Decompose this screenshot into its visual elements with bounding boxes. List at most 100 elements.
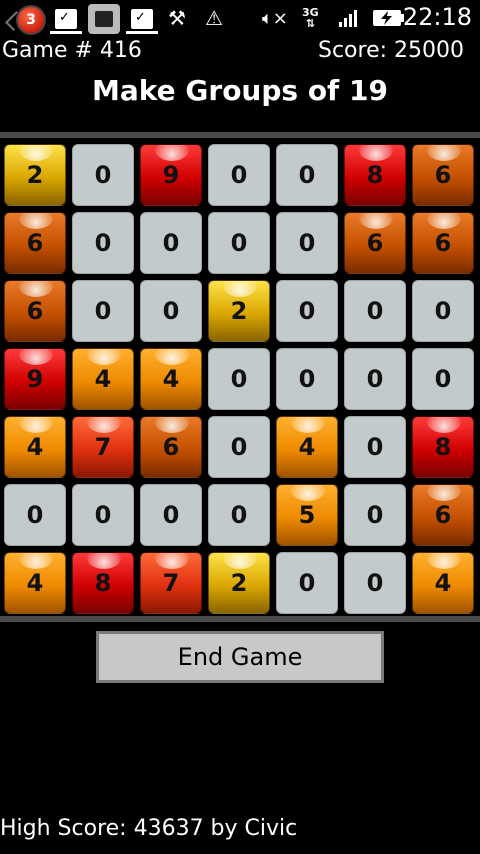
board-tile[interactable]: 0 xyxy=(4,484,66,546)
tile-value: 2 xyxy=(26,161,44,189)
tile-value: 0 xyxy=(298,297,316,325)
download-complete-icon xyxy=(50,4,82,34)
tile-value: 6 xyxy=(26,297,44,325)
tile-value: 4 xyxy=(434,569,452,597)
tile-value: 9 xyxy=(26,365,44,393)
high-score: High Score: 43637 by Civic xyxy=(0,816,298,841)
board-tile[interactable]: 2 xyxy=(208,280,270,342)
tile-value: 0 xyxy=(230,161,248,189)
board-tile[interactable]: 6 xyxy=(412,212,474,274)
tile-value: 0 xyxy=(162,501,180,529)
board-tile[interactable]: 4 xyxy=(276,416,338,478)
tile-value: 8 xyxy=(434,433,452,461)
board-tile[interactable]: 0 xyxy=(276,280,338,342)
tile-value: 6 xyxy=(434,501,452,529)
board-tile[interactable]: 0 xyxy=(344,348,406,410)
board-tile[interactable]: 7 xyxy=(140,552,202,614)
tile-value: 0 xyxy=(366,501,384,529)
board-tile[interactable]: 8 xyxy=(412,416,474,478)
board-tile[interactable]: 0 xyxy=(412,280,474,342)
board-tile[interactable]: 6 xyxy=(412,144,474,206)
board-tile[interactable]: 0 xyxy=(72,144,134,206)
board-tile[interactable]: 0 xyxy=(72,484,134,546)
signal-icon xyxy=(338,4,360,32)
board-tile[interactable]: 0 xyxy=(276,348,338,410)
tile-value: 6 xyxy=(26,229,44,257)
board-tile[interactable]: 0 xyxy=(344,484,406,546)
tile-value: 7 xyxy=(94,433,112,461)
mute-icon: 🔈︎× xyxy=(262,7,288,29)
tile-value: 0 xyxy=(94,501,112,529)
tile-value: 0 xyxy=(298,365,316,393)
board-tile[interactable]: 0 xyxy=(72,280,134,342)
board-tile[interactable]: 4 xyxy=(4,552,66,614)
board-tile[interactable]: 0 xyxy=(344,416,406,478)
tile-value: 8 xyxy=(94,569,112,597)
tile-value: 0 xyxy=(366,297,384,325)
tile-value: 6 xyxy=(162,433,180,461)
board-tile[interactable]: 6 xyxy=(4,212,66,274)
board-tile[interactable]: 0 xyxy=(140,280,202,342)
end-game-button[interactable]: End Game xyxy=(96,631,384,683)
notification-badge-icon[interactable]: 3 xyxy=(16,5,46,35)
score: Score: 25000 xyxy=(317,38,464,63)
board-tile[interactable]: 7 xyxy=(72,416,134,478)
board-tile[interactable]: 6 xyxy=(412,484,474,546)
board-tile[interactable]: 8 xyxy=(344,144,406,206)
board-tile[interactable]: 6 xyxy=(4,280,66,342)
board-tile[interactable]: 0 xyxy=(208,348,270,410)
tile-value: 0 xyxy=(26,501,44,529)
board-tile[interactable]: 0 xyxy=(208,144,270,206)
board-tile[interactable]: 0 xyxy=(344,280,406,342)
board-tile[interactable]: 0 xyxy=(208,212,270,274)
tile-value: 0 xyxy=(94,229,112,257)
board-tile[interactable]: 0 xyxy=(276,212,338,274)
tile-value: 0 xyxy=(298,161,316,189)
board-tile[interactable]: 5 xyxy=(276,484,338,546)
board-tile[interactable]: 9 xyxy=(4,348,66,410)
tile-value: 0 xyxy=(434,365,452,393)
board-tile[interactable]: 0 xyxy=(344,552,406,614)
board-tile[interactable]: 4 xyxy=(72,348,134,410)
board-tile[interactable]: 0 xyxy=(72,212,134,274)
clock: 22:18 xyxy=(402,3,472,31)
tile-value: 6 xyxy=(434,229,452,257)
warning-icon: ⚠ xyxy=(205,6,223,30)
board-tile[interactable]: 4 xyxy=(4,416,66,478)
tile-value: 0 xyxy=(230,433,248,461)
tile-value: 0 xyxy=(94,161,112,189)
board-tile[interactable]: 0 xyxy=(140,484,202,546)
tile-value: 8 xyxy=(366,161,384,189)
tile-value: 0 xyxy=(162,229,180,257)
tile-value: 9 xyxy=(162,161,180,189)
board-tile[interactable]: 6 xyxy=(344,212,406,274)
board-tile[interactable]: 9 xyxy=(140,144,202,206)
board-tile[interactable]: 6 xyxy=(140,416,202,478)
network-3g-icon: 3G ⇅ xyxy=(302,6,319,30)
game-board: 2 0 9 0 0 8 6 6 0 0 0 0 6 6 6 0 0 2 0 0 0 9 4 4 0 0 0 0 4 7 6 0 4 0 8 0 0 0 0 5… xyxy=(0,140,480,616)
board-tile[interactable]: 8 xyxy=(72,552,134,614)
tile-value: 0 xyxy=(298,569,316,597)
board-tile[interactable]: 0 xyxy=(276,144,338,206)
tile-value: 5 xyxy=(298,501,316,529)
board-tile[interactable]: 4 xyxy=(140,348,202,410)
tile-value: 4 xyxy=(26,433,44,461)
page-title: Make Groups of 19 xyxy=(92,74,388,107)
tile-value: 2 xyxy=(230,297,248,325)
board-tile[interactable]: 0 xyxy=(208,484,270,546)
tile-value: 0 xyxy=(230,229,248,257)
board-tile[interactable]: 2 xyxy=(208,552,270,614)
tile-value: 4 xyxy=(298,433,316,461)
board-tile[interactable]: 0 xyxy=(276,552,338,614)
status-bar: 3 ⚒ ⚠ 🔈︎× 3G⇅ 22:18 xyxy=(0,0,480,38)
usb-debug-icon: ⚒ xyxy=(168,6,186,30)
board-tile[interactable]: 0 xyxy=(412,348,474,410)
board-tile[interactable]: 4 xyxy=(412,552,474,614)
notification-count: 3 xyxy=(26,12,36,28)
board-tile[interactable]: 0 xyxy=(140,212,202,274)
tile-value: 0 xyxy=(434,297,452,325)
battery-charging-icon xyxy=(372,4,406,32)
tile-value: 2 xyxy=(230,569,248,597)
board-tile[interactable]: 0 xyxy=(208,416,270,478)
board-tile[interactable]: 2 xyxy=(4,144,66,206)
